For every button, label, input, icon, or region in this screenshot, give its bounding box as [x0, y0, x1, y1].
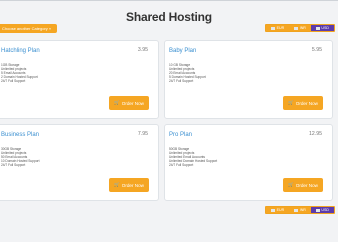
order-now-button[interactable]: 🛒 Order Now — [283, 96, 323, 110]
currency-label: USD — [321, 208, 329, 212]
order-now-label: Order Now — [295, 100, 318, 106]
order-now-label: Order Now — [121, 182, 144, 188]
currency-usd-button[interactable]: USD — [310, 25, 334, 31]
cart-icon: 🛒 — [114, 182, 120, 187]
order-now-label: Order Now — [121, 100, 144, 106]
feature-list: 30GB Storage Unlimited projects 50 Email… — [1, 147, 39, 167]
flag-icon — [294, 26, 299, 30]
plan-price: 3.95 — [137, 47, 148, 53]
currency-label: EUR — [276, 26, 285, 30]
currency-inr-button[interactable]: INR — [289, 25, 311, 31]
feature-list: 1GB Storage Unlimited projects 5 Email A… — [1, 63, 38, 83]
currency-switcher-bottom: EUR INR USD — [265, 206, 335, 214]
feature-item: 24/7 Full Support — [169, 163, 194, 167]
cart-icon: 🛒 — [288, 182, 294, 187]
currency-usd-button[interactable]: USD — [310, 207, 334, 213]
flag-icon — [271, 26, 276, 30]
currency-eur-button[interactable]: EUR — [266, 25, 289, 31]
flag-icon — [271, 208, 276, 212]
flag-icon — [294, 208, 299, 212]
plan-card: Baby Plan 5.95 10 GB Storage Unlimited p… — [164, 40, 333, 119]
plan-card: Hatchling Plan 3.95 1GB Storage Unlimite… — [0, 40, 159, 119]
plan-name: Baby Plan — [169, 48, 197, 54]
currency-eur-button[interactable]: EUR — [266, 207, 289, 213]
plan-name: Pro Plan — [169, 132, 193, 138]
currency-inr-button[interactable]: INR — [289, 207, 311, 213]
feature-list: 50GB Storage Unlimited projects Unlimite… — [169, 147, 217, 167]
order-now-label: Order Now — [295, 182, 318, 188]
feature-list: 10 GB Storage Unlimited projects 20 Emai… — [169, 63, 206, 83]
plan-card: Pro Plan 12.95 50GB Storage Unlimited pr… — [164, 124, 333, 201]
feature-item: 24/7 Full Support — [1, 79, 26, 83]
order-now-button[interactable]: 🛒 Order Now — [109, 178, 149, 192]
plan-price: 7.95 — [137, 131, 148, 137]
currency-switcher-top: EUR INR USD — [265, 24, 335, 32]
currency-label: USD — [321, 26, 329, 30]
choose-category-button[interactable]: Choose another Category » — [0, 24, 58, 33]
currency-label: EUR — [276, 208, 285, 212]
plan-price: 5.95 — [311, 47, 322, 53]
top-divider — [0, 0, 338, 1]
currency-label: INR — [299, 26, 306, 30]
plan-name: Business Plan — [1, 132, 40, 138]
flag-icon — [315, 208, 320, 212]
page-title: Shared Hosting — [126, 10, 212, 24]
cart-icon: 🛒 — [114, 100, 120, 105]
feature-item: 24/7 Full Support — [1, 163, 26, 167]
plan-name: Hatchling Plan — [1, 48, 40, 54]
plan-card: Business Plan 7.95 30GB Storage Unlimite… — [0, 124, 159, 201]
plan-price: 12.95 — [309, 131, 322, 137]
cart-icon: 🛒 — [288, 100, 294, 105]
feature-item: 24/7 Full Support — [169, 79, 194, 83]
order-now-button[interactable]: 🛒 Order Now — [283, 178, 323, 192]
currency-label: INR — [299, 208, 306, 212]
flag-icon — [315, 26, 320, 30]
order-now-button[interactable]: 🛒 Order Now — [109, 96, 149, 110]
